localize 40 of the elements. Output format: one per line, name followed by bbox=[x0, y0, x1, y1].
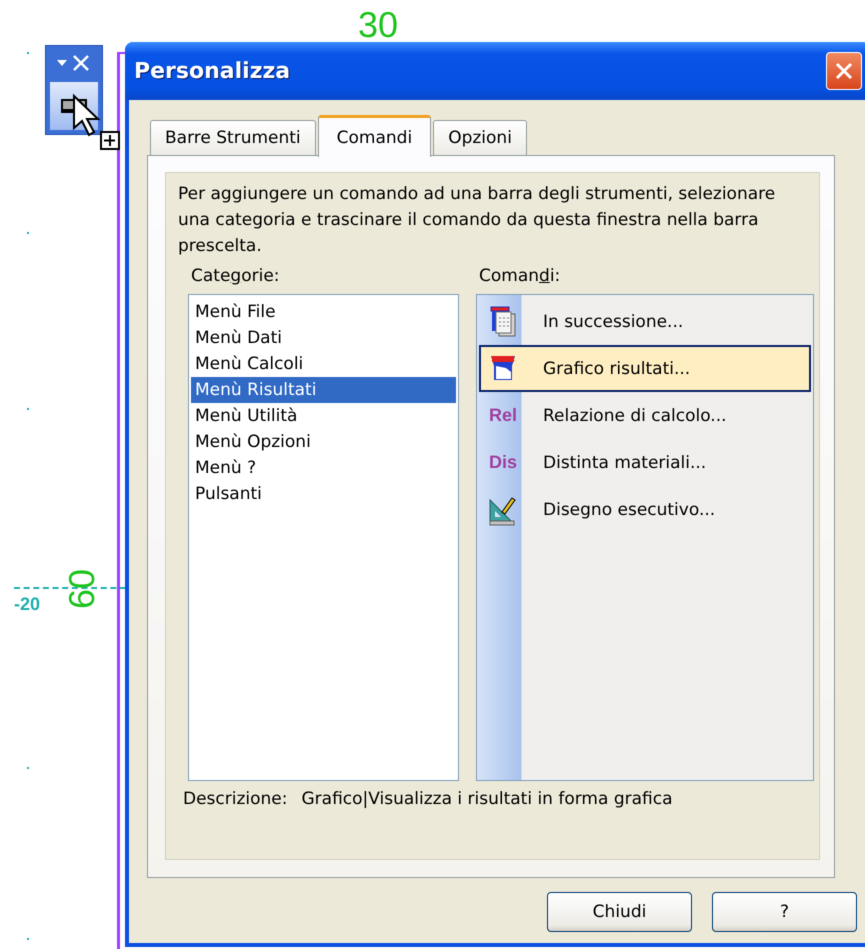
dialog-button[interactable]: ? bbox=[712, 892, 857, 932]
caret-icon[interactable] bbox=[57, 60, 67, 66]
commands-label: Comandi: bbox=[479, 265, 562, 288]
window-title: Personalizza bbox=[134, 58, 290, 84]
list-item[interactable]: Menù Dati bbox=[191, 325, 456, 351]
dialog-button[interactable]: Chiudi bbox=[547, 892, 692, 932]
command-item[interactable]: Rel Relazione di calcolo... bbox=[479, 392, 811, 439]
list-item[interactable]: Menù Calcoli bbox=[191, 351, 456, 377]
command-label: Disegno esecutivo... bbox=[543, 500, 716, 520]
dimension-label: 60 bbox=[61, 568, 104, 610]
drag-cursor-icon bbox=[70, 92, 122, 152]
list-item[interactable]: Menù Risultati bbox=[191, 377, 456, 403]
description-label: Descrizione: bbox=[183, 789, 288, 809]
list-item[interactable]: Menù Utilità bbox=[191, 403, 456, 429]
list-item[interactable]: Menù ? bbox=[191, 455, 456, 481]
close-icon[interactable] bbox=[71, 53, 91, 73]
command-item[interactable]: Disegno esecutivo... bbox=[479, 486, 811, 533]
tab[interactable]: Comandi bbox=[318, 115, 432, 157]
instructions-text: Per aggiungere un comando ad una barra degli strumenti, selezionare una categoria e trascinare il comando da questa finestra nella barra prescelta. bbox=[178, 183, 776, 258]
close-icon bbox=[834, 61, 854, 81]
list-item[interactable]: Pulsanti bbox=[191, 481, 456, 507]
list-item[interactable]: Menù File bbox=[191, 299, 456, 325]
command-item[interactable]: Dis Distinta materiali... bbox=[479, 439, 811, 486]
dimension-label: 30 bbox=[358, 4, 398, 46]
command-label: In successione... bbox=[543, 312, 684, 332]
coordinate-label: -20 bbox=[14, 594, 40, 615]
command-label: Distinta materiali... bbox=[543, 452, 706, 472]
list-item[interactable]: Menù Opzioni bbox=[191, 429, 456, 455]
command-item[interactable]: Grafico risultati... bbox=[479, 345, 811, 392]
command-item[interactable]: In successione... bbox=[479, 298, 811, 345]
text-icon: Dis bbox=[488, 452, 517, 473]
command-label: Relazione di calcolo... bbox=[543, 406, 727, 426]
categories-label: Categorie: bbox=[191, 265, 281, 288]
tab[interactable]: Barre Strumenti bbox=[150, 120, 316, 155]
sheets-icon bbox=[489, 306, 517, 338]
text-icon: Rel bbox=[488, 405, 517, 426]
tab[interactable]: Opzioni bbox=[433, 120, 527, 155]
close-button[interactable] bbox=[826, 52, 862, 90]
command-label: Grafico risultati... bbox=[543, 358, 690, 378]
description-text: Grafico|Visualizza i risultati in forma grafica bbox=[301, 789, 672, 809]
